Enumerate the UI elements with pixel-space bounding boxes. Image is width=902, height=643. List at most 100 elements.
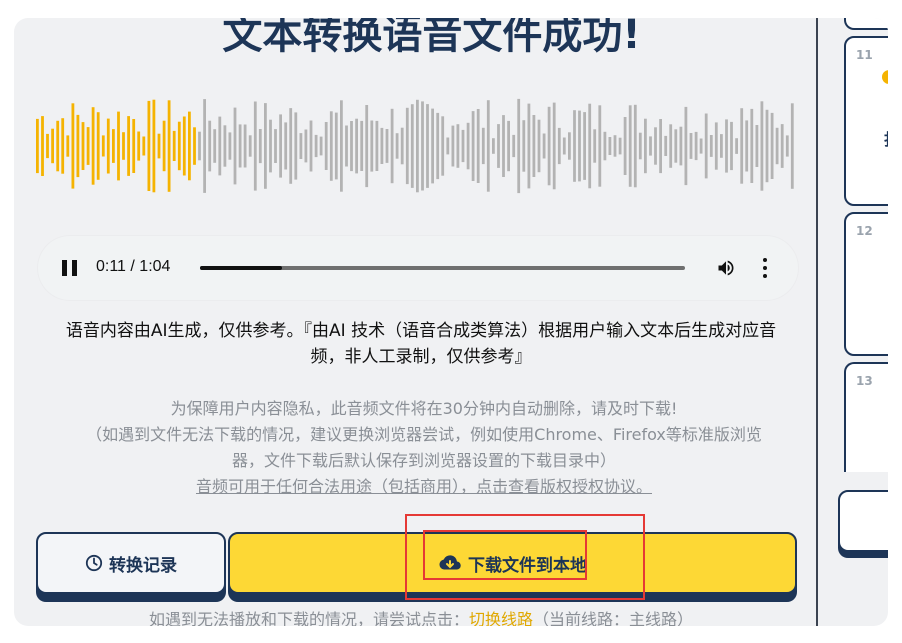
waveform-bar [167,100,171,192]
waveform-bar [598,105,602,187]
waveform-bar [370,120,374,172]
waveform-bar [684,106,688,186]
waveform-bar [557,127,561,165]
waveform-bar [380,127,384,164]
waveform-bar [279,114,282,178]
waveform-bar [689,133,693,159]
switch-line-suffix: （当前线路：主线路） [533,610,694,626]
waveform-bar [188,111,191,181]
waveform-bar [86,127,90,165]
waveform-bar [101,135,105,157]
waveform-bar [471,111,475,181]
waveform-bar [390,108,394,184]
privacy-line1: 为保障用户内容隐私，此音频文件将在30分钟内自动删除，请及时下载! [170,399,678,418]
waveform-bar [324,122,328,170]
waveform-bar [537,119,541,173]
waveform-bar [431,108,434,184]
ai-disclaimer-line2: 频，非人工录制，仅供参考』 [310,347,532,367]
seek-bar-progress [200,266,283,270]
waveform-bar [542,133,546,159]
waveform-bar [593,129,597,163]
waveform-bar [532,115,536,177]
waveform-bar [694,131,698,161]
result-card: 文本转换语音文件成功! 0:11 / 1:04 语音内容由AI生成，仅供参考。『… [14,18,888,626]
waveform-bar [233,107,237,185]
waveform-bar [309,120,313,172]
audio-player[interactable]: 0:11 / 1:04 [38,236,798,300]
waveform-bar [573,110,576,182]
waveform-bar [340,100,343,192]
waveform-bar [441,116,445,176]
seek-bar[interactable] [200,266,685,270]
waveform-bar [182,116,186,176]
waveform-bar [122,132,125,160]
pause-icon[interactable] [62,260,78,276]
waveform-bar [775,127,779,165]
waveform-bar [492,138,495,154]
waveform-bar [451,125,455,167]
more-vert-icon[interactable] [762,258,768,278]
privacy-notice: 为保障用户内容隐私，此音频文件将在30分钟内自动删除，请及时下载! （如遇到文件… [54,396,794,500]
waveform-bar [618,137,622,155]
waveform-bar [112,129,115,163]
time-display: 0:11 / 1:04 [96,258,171,275]
waveform-bar [208,120,212,172]
waveform-bar [785,135,789,157]
history-button[interactable]: 转换记录 [36,532,226,594]
waveform-bar [436,112,440,180]
switch-line-link[interactable]: 切换线路 [469,610,533,626]
waveform-bar [725,119,728,173]
waveform-bar [730,121,733,171]
history-item-11[interactable]: 11 打 [844,36,888,206]
waveform-bar [91,107,95,185]
panel-divider [816,18,818,626]
waveform-bar [405,107,409,185]
waveform-bar [355,118,358,174]
waveform-bar [699,138,703,154]
waveform-bar [304,129,308,163]
waveform-bar [486,100,490,192]
waveform-bar [258,129,262,164]
waveform-bar [132,119,136,173]
history-item-10-partial[interactable] [844,18,888,30]
waveform-bar [674,129,678,163]
waveform-bar [76,114,80,178]
history-item-number: 11 [856,48,873,62]
waveform-bar [770,112,774,179]
waveform-bar [644,118,647,174]
waveform-bar [466,122,470,170]
ai-disclaimer: 语音内容由AI生成，仅供参考。『由AI 技术（语音合成类算法）根据用户输入文本后… [36,318,806,370]
waveform-bar [633,104,637,188]
waveform-bar [218,116,222,176]
history-item-13[interactable]: 13 [844,362,888,472]
waveform-bar [456,124,460,168]
ai-disclaimer-line1: 语音内容由AI生成，仅供参考。『由AI 技术（语音合成类算法）根据用户输入文本后… [65,321,777,341]
waveform-bar [137,131,141,161]
waveform-bar [41,116,44,176]
waveform-bar [375,120,379,171]
history-button-label: 转换记录 [109,555,177,576]
volume-icon[interactable] [715,258,737,278]
history-item-12[interactable]: 12 [844,212,888,356]
waveform-bar [583,112,586,180]
license-link[interactable]: 音频可用于任何合法用途（包括商用），点击查看版权授权协议。 [196,477,652,496]
waveform-bar [157,133,161,159]
privacy-line2: （如遇到文件无法下载的情况，建议更换浏览器尝试，例如使用Chrome、Firef… [86,425,762,444]
audio-waveform[interactable] [36,96,796,196]
waveform-bar [203,99,206,193]
waveform-bar [66,135,70,157]
waveform-bar [613,135,617,157]
waveform-bar [294,112,298,180]
waveform-bar [314,134,318,158]
waveform-bar [426,104,429,188]
download-button[interactable]: 下载文件到本地 [228,532,797,594]
waveform-bar [502,115,505,177]
waveform-bar [329,111,333,181]
waveform-bar [289,108,293,184]
waveform-bar [193,127,196,165]
waveform-bar [588,103,592,189]
waveform-bar [345,125,348,167]
history-item-text: 打 [884,126,888,150]
waveform-bar [61,118,65,174]
sidebar-action-button[interactable] [838,490,888,552]
